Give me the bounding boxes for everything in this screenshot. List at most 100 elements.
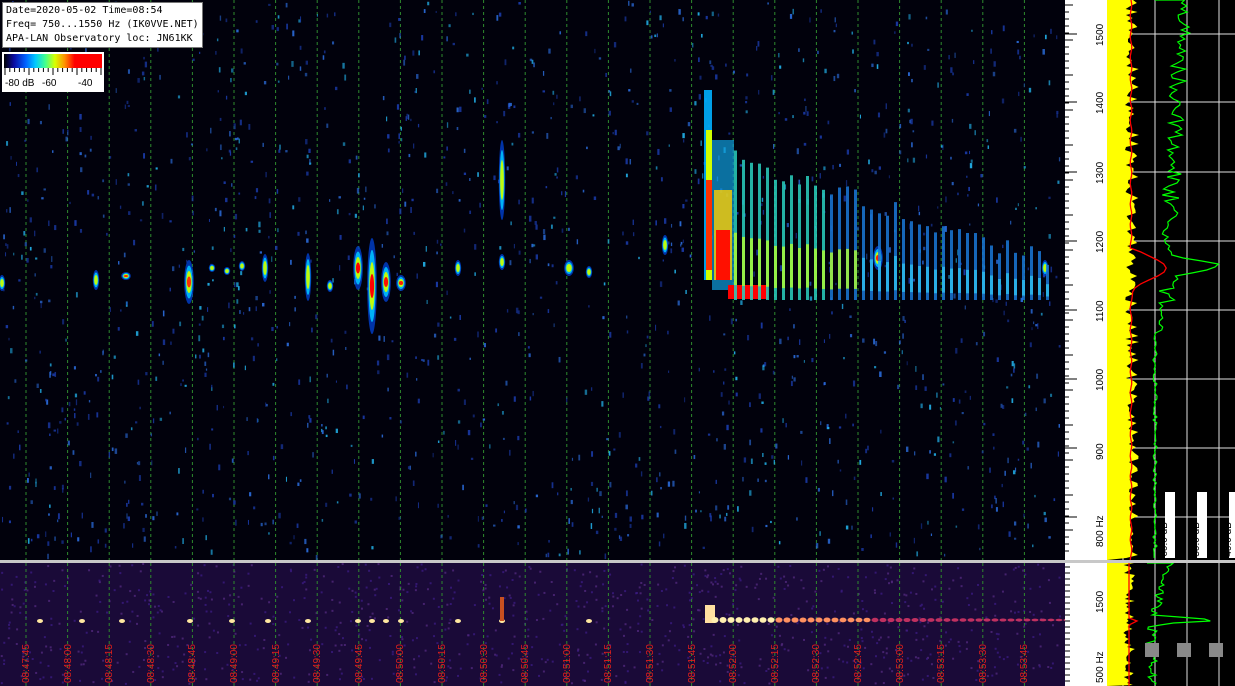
echo-mark <box>863 617 871 623</box>
echo-mark <box>919 618 927 622</box>
echo-mark <box>959 618 967 622</box>
echo-mark <box>807 617 815 623</box>
time-tick-label: 08:52:30 <box>811 644 823 683</box>
echo-mark <box>735 617 743 623</box>
overview-waterfall: 08:47:45 08:48:00 08:48:15 08:48:30 08:48:45… <box>0 563 1065 686</box>
spectrum-db-label: -40.0 dB <box>1223 522 1234 560</box>
echo-mark <box>871 617 879 623</box>
overview-db-label: -50.0 dB <box>1191 647 1202 685</box>
frequency-scale: 1500 1400 1300 1200 1100 1000 900 800 Hz <box>1065 0 1107 560</box>
main-waterfall: Date=2020-05-02 Time=08:54 Freq= 750...1… <box>0 0 1065 560</box>
date-time-text: Date=2020-05-02 Time=08:54 <box>6 5 163 16</box>
peak-spectrum-line <box>1152 0 1220 559</box>
echo-mark <box>895 617 903 623</box>
freq-tick-label: 1500 <box>1095 23 1106 46</box>
time-tick-label: 08:52:00 <box>728 644 740 683</box>
time-tick-label: 08:53:00 <box>894 644 906 683</box>
time-tick-label: 08:51:30 <box>645 644 656 683</box>
time-tick-label: 08:51:00 <box>561 644 573 683</box>
colorbar-label-low: -80 dB <box>5 78 35 89</box>
time-tick-label: 08:49:15 <box>270 644 282 683</box>
echo-mark <box>951 618 959 622</box>
echo-mark <box>887 617 895 623</box>
overview-spectrum-plot: -60.0 dB -50.0 dB -40.0 dB <box>1107 563 1234 686</box>
time-tick-label: 08:50:30 <box>478 644 490 683</box>
spectrum-plot: -60.0 dB -50.0 dB -40.0 dB <box>1107 0 1235 560</box>
time-tick-label: 08:50:45 <box>520 644 532 683</box>
echo-mark <box>1007 618 1015 622</box>
overview-freq-tick-label: 1500 <box>1095 590 1106 613</box>
echo-mark <box>823 617 831 623</box>
observatory-text: APA-LAN Observatory loc: JN61KK <box>6 33 193 44</box>
echo-mark <box>847 617 855 623</box>
echo-mark <box>759 617 767 623</box>
freq-tick-label: 1400 <box>1095 91 1106 114</box>
echo-mark <box>831 617 839 623</box>
time-tick-label: 08:50:00 <box>395 644 407 683</box>
overview-db-label: -60.0 dB <box>1159 647 1170 685</box>
freq-tick-label: 1100 <box>1095 300 1106 322</box>
echo-mark <box>839 617 847 623</box>
echo-mark <box>967 618 975 622</box>
echo-mark <box>719 617 727 623</box>
echo-mark <box>1031 618 1039 622</box>
echo-mark <box>775 617 783 623</box>
echo-mark <box>767 617 775 623</box>
time-tick-label: 08:52:15 <box>769 644 781 683</box>
echo-mark <box>943 618 951 622</box>
frequency-range-text: Freq= 750...1550 Hz (IK0VVE.NET) <box>6 19 199 30</box>
echo-mark <box>983 618 991 622</box>
time-tick-label: 08:47:45 <box>21 644 32 683</box>
time-tick-label: 08:50:15 <box>437 644 448 683</box>
time-tick-label: 08:48:15 <box>104 644 116 683</box>
colorbar-gradient <box>4 54 102 68</box>
freq-tick-label: 1000 <box>1095 368 1106 391</box>
echo-mark <box>927 618 935 622</box>
freq-tick-label: 1300 <box>1095 161 1106 184</box>
overview-spectrum-panel: -60.0 dB -50.0 dB -40.0 dB <box>1107 563 1235 686</box>
colorbar-legend: -80 dB -60 -40 <box>2 52 104 92</box>
spectrum-db-label: -50.0 dB <box>1191 522 1202 560</box>
freq-tick-label: 800 Hz <box>1095 515 1106 547</box>
echo-mark <box>991 618 999 622</box>
time-tick-label: 08:51:45 <box>686 644 698 683</box>
time-tick-label: 08:53:15 <box>936 644 948 683</box>
noise-floor-fill <box>1107 0 1139 560</box>
time-tick-label: 08:53:30 <box>977 644 989 683</box>
freq-tick-label: 900 <box>1095 443 1106 460</box>
echo-mark <box>815 617 823 623</box>
echo-mark <box>903 617 911 623</box>
echo-mark <box>783 617 791 623</box>
echo-mark <box>1039 618 1047 622</box>
echo-mark <box>879 617 887 623</box>
echo-mark <box>999 618 1007 622</box>
echo-mark <box>791 617 799 623</box>
echo-mark <box>751 617 759 623</box>
echo-mark <box>711 617 719 623</box>
waterfall-canvas <box>0 0 1061 560</box>
overview-freq-tick-label: 500 Hz <box>1095 651 1106 683</box>
echo-mark <box>1047 618 1055 622</box>
echo-mark <box>799 617 807 623</box>
echo-mark <box>1055 618 1063 622</box>
time-tick-label: 08:48:45 <box>187 644 199 683</box>
time-tick-label: 08:49:00 <box>229 644 240 683</box>
overview-db-label: -40.0 dB <box>1223 647 1234 685</box>
colorbar-ticks <box>4 68 102 75</box>
spectrum-db-label: -60.0 dB <box>1159 522 1170 560</box>
echo-mark <box>1015 618 1023 622</box>
spectrum-panel: -60.0 dB -50.0 dB -40.0 dB <box>1107 0 1235 560</box>
time-tick-label: 08:49:30 <box>312 644 324 683</box>
time-tick-label: 08:51:15 <box>603 644 615 683</box>
freq-tick-label: 1200 <box>1095 230 1106 253</box>
time-tick-label: 08:52:45 <box>853 644 864 683</box>
echo-mark <box>911 618 919 622</box>
echo-mark <box>1023 618 1031 622</box>
echo-mark <box>727 617 735 623</box>
overview-frequency-scale: 1500 500 Hz <box>1065 563 1107 686</box>
frequency-ticks <box>1065 4 1077 552</box>
time-tick-label: 08:48:00 <box>62 644 74 683</box>
echo-mark <box>855 617 863 623</box>
echo-mark <box>743 617 751 623</box>
colorbar-label-mid: -60 <box>42 78 57 89</box>
